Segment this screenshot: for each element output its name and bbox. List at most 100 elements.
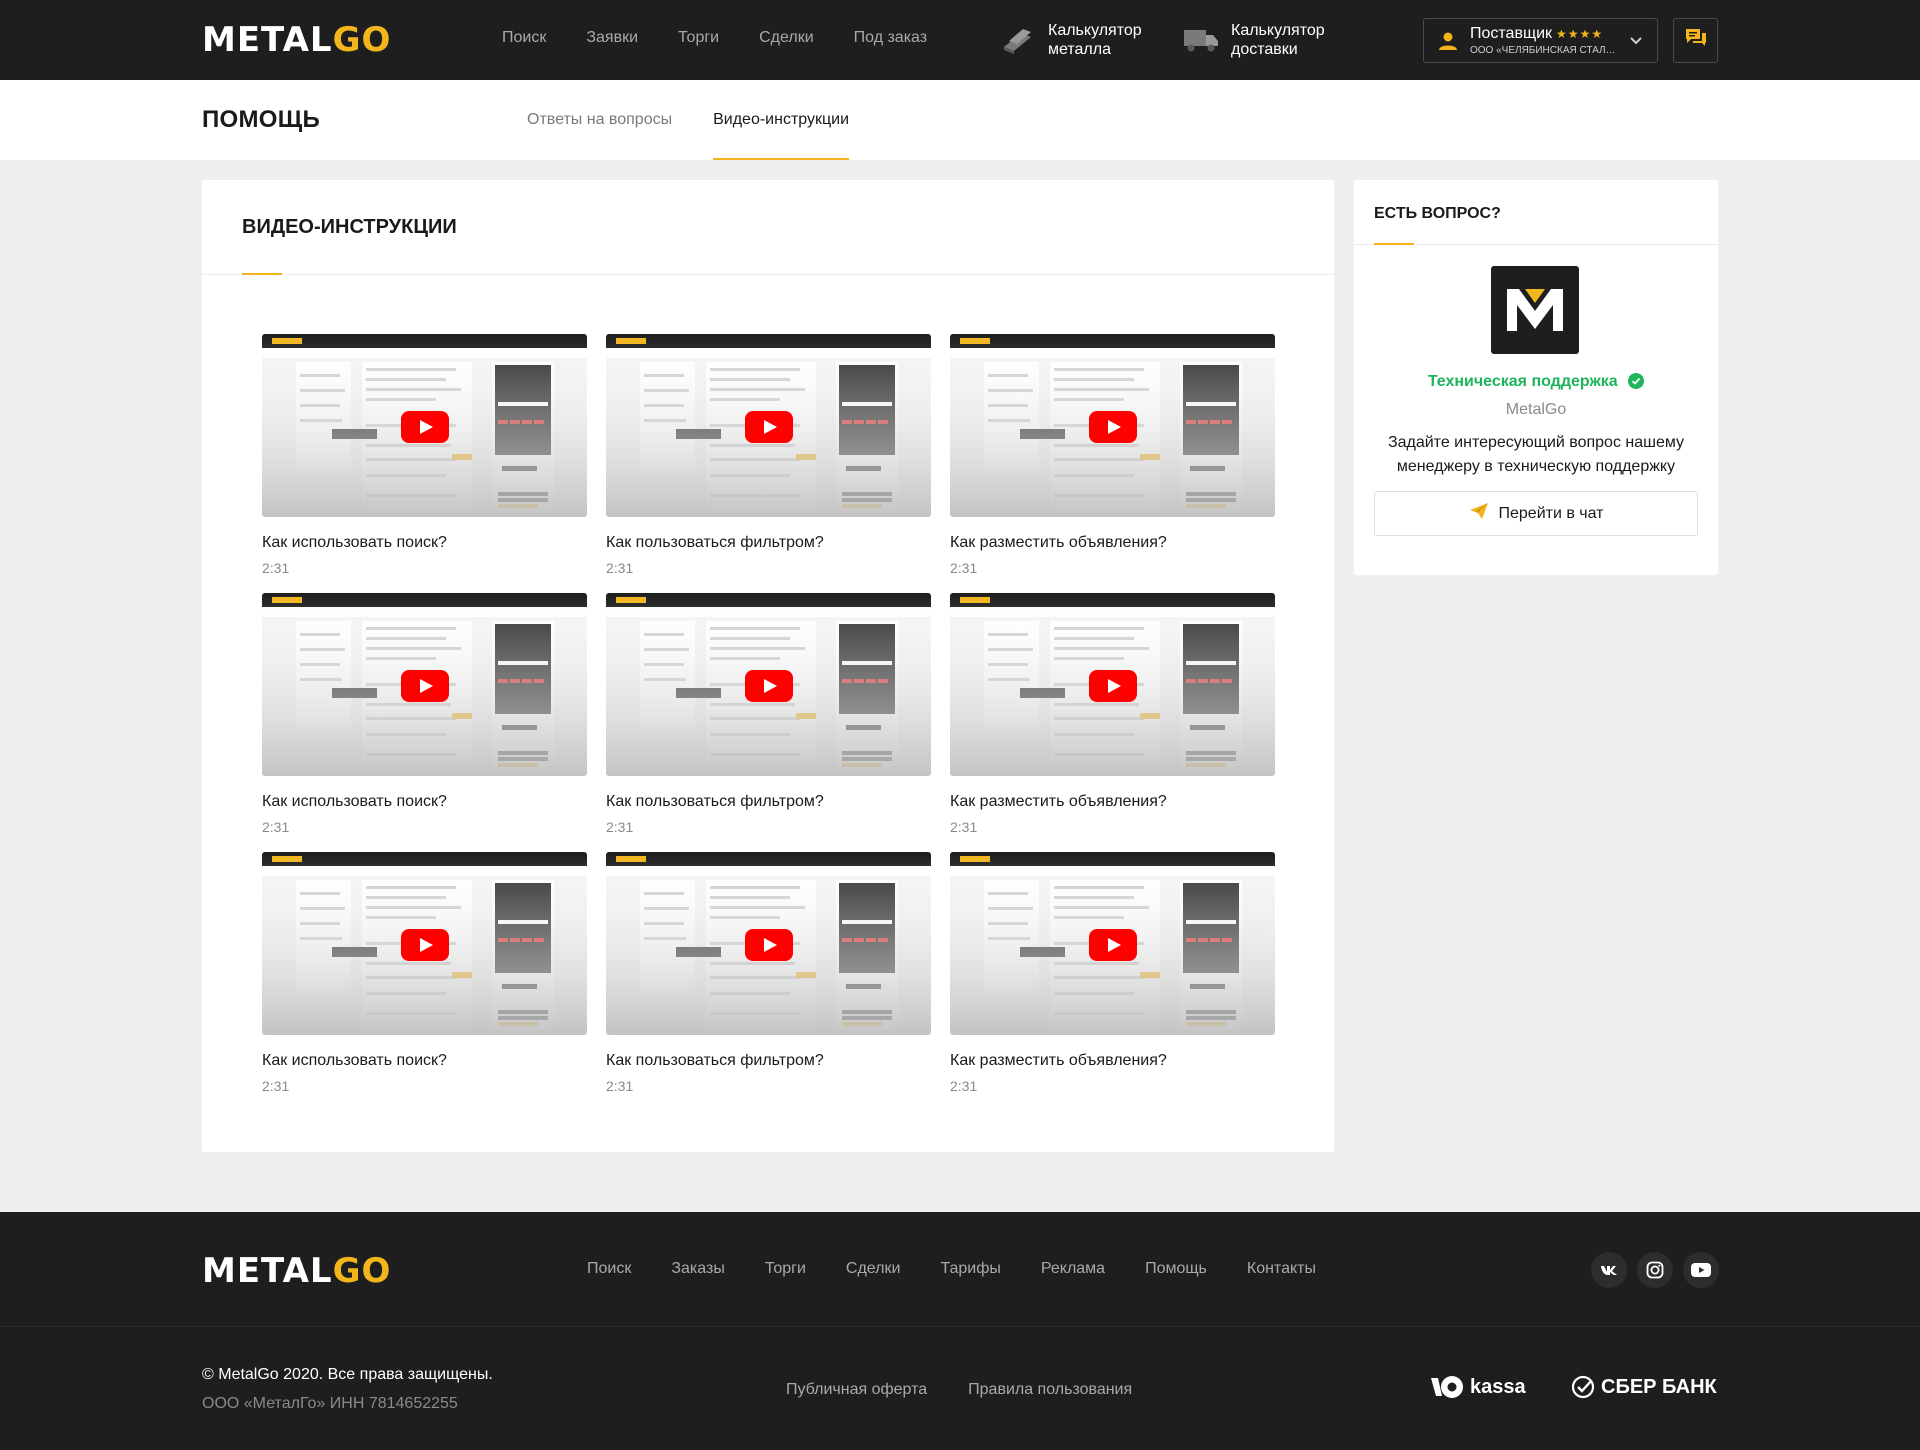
- play-icon[interactable]: [745, 929, 793, 961]
- company-inn: ООО «МеталГо» ИНН 7814652255: [202, 1395, 458, 1412]
- calc-metal-line2: металла: [1048, 41, 1111, 58]
- video-item[interactable]: Как пользоваться фильтром? 2:31: [606, 593, 931, 852]
- video-thumbnail[interactable]: [950, 852, 1275, 1035]
- footer-nav-orders[interactable]: Заказы: [671, 1260, 724, 1278]
- delivery-calculator-link[interactable]: Калькулятор доставки: [1183, 21, 1325, 59]
- footer-nav-deals[interactable]: Сделки: [846, 1260, 901, 1278]
- sberbank-icon: [1571, 1375, 1595, 1399]
- social-links: [1591, 1252, 1719, 1288]
- sberbank-logo: СБЕР БАНК: [1571, 1375, 1717, 1399]
- main-nav: Поиск Заявки Торги Сделки Под заказ: [502, 29, 927, 47]
- metal-calculator-link[interactable]: Калькулятор металла: [1000, 21, 1142, 59]
- calc-delivery-line1: Калькулятор: [1231, 22, 1325, 39]
- calc-metal-line1: Калькулятор: [1048, 22, 1142, 39]
- video-title[interactable]: Как пользоваться фильтром?: [606, 793, 931, 811]
- video-title[interactable]: Как разместить объявления?: [950, 793, 1275, 811]
- video-title[interactable]: Как использовать поиск?: [262, 1052, 587, 1070]
- page-title: ПОМОЩЬ: [202, 106, 321, 133]
- sberbank-label: СБЕР БАНК: [1601, 1375, 1717, 1398]
- video-item[interactable]: Как разместить объявления? 2:31: [950, 334, 1275, 593]
- video-thumbnail[interactable]: [262, 852, 587, 1035]
- video-thumbnail[interactable]: [950, 334, 1275, 517]
- support-name: Техническая поддержка: [1427, 373, 1618, 390]
- video-duration: 2:31: [950, 819, 978, 835]
- footer-logo[interactable]: METAL GO: [202, 1254, 391, 1288]
- footer-nav-tariffs[interactable]: Тарифы: [940, 1260, 1000, 1278]
- video-item[interactable]: Как пользоваться фильтром? 2:31: [606, 852, 931, 1111]
- title-accent: [242, 273, 282, 275]
- vk-icon[interactable]: [1591, 1252, 1627, 1288]
- footer-nav-auctions[interactable]: Торги: [765, 1260, 806, 1278]
- account-dropdown[interactable]: Поставщик ★★★★ ООО «ЧЕЛЯБИНСКАЯ СТАЛЬН...: [1423, 18, 1658, 63]
- tab-video-instructions[interactable]: Видео-инструкции: [713, 80, 849, 160]
- nav-deals[interactable]: Сделки: [759, 29, 814, 47]
- video-title[interactable]: Как разместить объявления?: [950, 1052, 1275, 1070]
- footer-divider: [0, 1326, 1920, 1327]
- video-thumbnail[interactable]: [606, 334, 931, 517]
- verified-check-icon: [1628, 373, 1645, 394]
- video-item[interactable]: Как использовать поиск? 2:31: [262, 334, 587, 593]
- tab-faq[interactable]: Ответы на вопросы: [527, 80, 672, 160]
- video-item[interactable]: Как пользоваться фильтром? 2:31: [606, 334, 931, 593]
- footer-nav: Поиск Заказы Торги Сделки Тарифы Реклама…: [587, 1260, 1316, 1278]
- user-icon: [1438, 31, 1458, 51]
- account-org: ООО «ЧЕЛЯБИНСКАЯ СТАЛЬН...: [1470, 45, 1620, 56]
- nav-search[interactable]: Поиск: [502, 29, 546, 47]
- play-icon[interactable]: [401, 670, 449, 702]
- account-role: Поставщик: [1470, 25, 1553, 42]
- terms-of-use-link[interactable]: Правила пользования: [968, 1381, 1132, 1399]
- nav-requests[interactable]: Заявки: [586, 29, 638, 47]
- nav-custom-order[interactable]: Под заказ: [854, 29, 927, 47]
- yookassa-label: kassa: [1470, 1375, 1526, 1398]
- video-thumbnail[interactable]: [606, 852, 931, 1035]
- video-thumbnail[interactable]: [950, 593, 1275, 776]
- metalgo-m-icon: [1507, 289, 1563, 331]
- metal-beams-icon: [1000, 25, 1036, 55]
- video-duration: 2:31: [950, 560, 978, 576]
- page-header: ПОМОЩЬ Ответы на вопросы Видео-инструкци…: [0, 80, 1920, 160]
- nav-auctions[interactable]: Торги: [678, 29, 719, 47]
- footer-nav-contacts[interactable]: Контакты: [1247, 1260, 1316, 1278]
- video-title[interactable]: Как пользоваться фильтром?: [606, 534, 931, 552]
- video-item[interactable]: Как разместить объявления? 2:31: [950, 852, 1275, 1111]
- video-item[interactable]: Как использовать поиск? 2:31: [262, 593, 587, 852]
- video-thumbnail[interactable]: [606, 593, 931, 776]
- footer-nav-help[interactable]: Помощь: [1145, 1260, 1207, 1278]
- support-company: MetalGo: [1505, 401, 1567, 418]
- video-item[interactable]: Как использовать поиск? 2:31: [262, 852, 587, 1111]
- support-avatar: [1491, 266, 1579, 354]
- calc-delivery-line2: доставки: [1231, 41, 1298, 58]
- play-icon[interactable]: [745, 670, 793, 702]
- yookassa-icon: [1431, 1376, 1463, 1398]
- video-title[interactable]: Как использовать поиск?: [262, 534, 587, 552]
- play-icon[interactable]: [1089, 929, 1137, 961]
- video-item[interactable]: Как разместить объявления? 2:31: [950, 593, 1275, 852]
- footer-nav-ads[interactable]: Реклама: [1041, 1260, 1105, 1278]
- youtube-icon[interactable]: [1683, 1252, 1719, 1288]
- public-offer-link[interactable]: Публичная оферта: [786, 1381, 927, 1399]
- footer-nav-search[interactable]: Поиск: [587, 1260, 631, 1278]
- video-duration: 2:31: [950, 1078, 978, 1094]
- messages-button[interactable]: [1673, 18, 1718, 63]
- chevron-down-icon: [1629, 33, 1643, 52]
- support-description: Задайте интересующий вопрос нашему менед…: [1387, 434, 1685, 475]
- top-header: METAL GO Поиск Заявки Торги Сделки Под за…: [0, 0, 1920, 80]
- video-thumbnail[interactable]: [262, 593, 587, 776]
- play-icon[interactable]: [745, 411, 793, 443]
- play-icon[interactable]: [1089, 411, 1137, 443]
- go-to-chat-label: Перейти в чат: [1498, 504, 1604, 522]
- play-icon[interactable]: [401, 411, 449, 443]
- logo[interactable]: METAL GO: [202, 23, 391, 57]
- instagram-icon[interactable]: [1637, 1252, 1673, 1288]
- video-title[interactable]: Как использовать поиск?: [262, 793, 587, 811]
- play-icon[interactable]: [1089, 670, 1137, 702]
- video-duration: 2:31: [262, 560, 290, 576]
- go-to-chat-button[interactable]: Перейти в чат: [1374, 491, 1698, 536]
- video-title[interactable]: Как разместить объявления?: [950, 534, 1275, 552]
- divider: [202, 274, 1334, 275]
- video-title[interactable]: Как пользоваться фильтром?: [606, 1052, 931, 1070]
- yookassa-logo: kassa: [1430, 1375, 1526, 1399]
- video-grid: Как использовать поиск? 2:31 Как пользов…: [262, 334, 1275, 1111]
- play-icon[interactable]: [401, 929, 449, 961]
- video-thumbnail[interactable]: [262, 334, 587, 517]
